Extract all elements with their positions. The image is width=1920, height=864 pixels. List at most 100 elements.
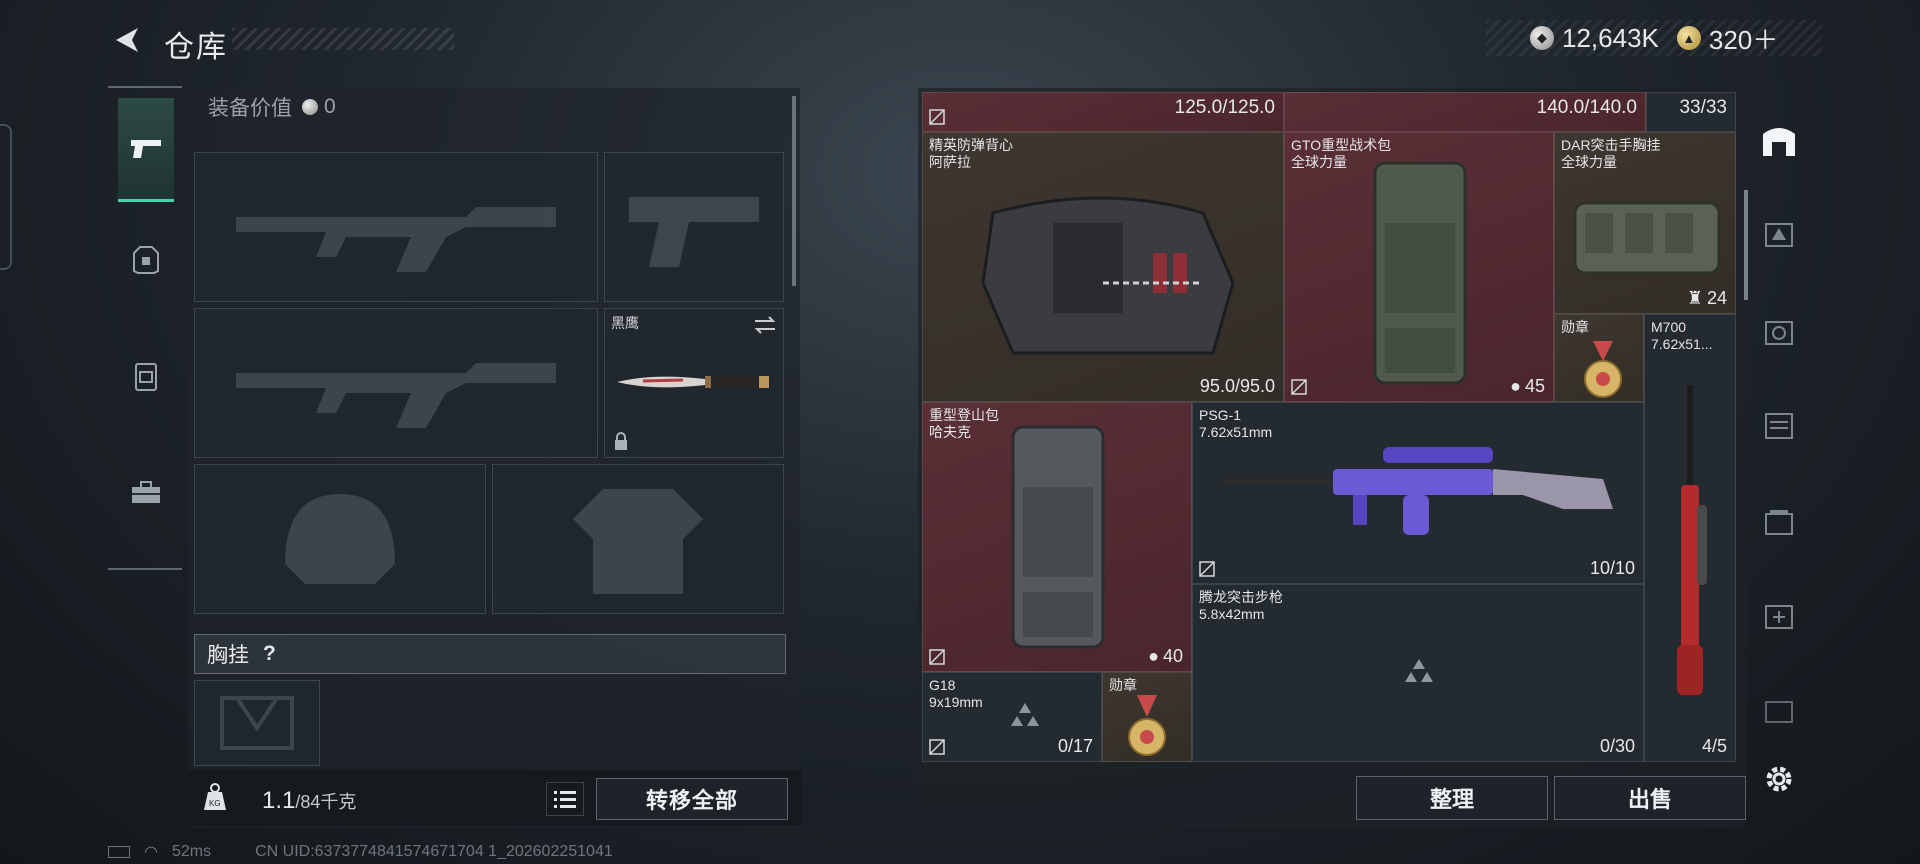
help-icon[interactable]: ? (263, 642, 276, 666)
storage-item-dar-chest-rig[interactable]: DAR突击手胸挂 全球力量 ♜ 24 (1554, 132, 1736, 314)
storage-item-g18[interactable]: G18 9x19mm 0/17 (922, 672, 1102, 762)
tab-level-2-crate[interactable] (1760, 406, 1798, 444)
equipment-value-label: 装备价值 (208, 97, 292, 120)
rifle-image (1223, 447, 1613, 535)
loadout-scrollbar[interactable] (792, 96, 796, 286)
back-button[interactable] (108, 22, 144, 58)
storage-tabs-rail (1750, 96, 1808, 792)
rifle-silhouette-icon (195, 309, 597, 457)
pistol-icon (131, 139, 161, 158)
capacity-icon: ♜ (1686, 288, 1703, 308)
back-arrow-icon (116, 28, 138, 52)
item-name: 勋章 (1109, 677, 1137, 693)
silver-balance: 12,643K (1562, 22, 1659, 53)
list-view-button[interactable] (546, 782, 584, 816)
side-drawer-handle[interactable] (0, 124, 12, 270)
no-insure-icon (1199, 561, 1215, 577)
rifle-silhouette-icon (195, 153, 597, 301)
storage-item-gto-bag[interactable]: GTO重型战术包 全球力量 ● 45 (1284, 132, 1554, 402)
capacity-icon: ● (1510, 376, 1521, 396)
crate-level-icon (1765, 510, 1793, 535)
item-name: 重型登山包 哈夫克 (929, 407, 999, 440)
chest-rig-section-header: 胸挂 ? (194, 634, 786, 674)
pistol-slot[interactable] (604, 152, 784, 302)
storage-item-tenglong-rifle[interactable]: 腾龙突击步枪 5.8x42mm 0/30 (1192, 584, 1644, 762)
title-decoration (232, 28, 454, 50)
silver-coin-icon (302, 99, 318, 115)
gold-balance[interactable]: 320＋ (1709, 20, 1778, 57)
warehouse-icon (1763, 128, 1795, 156)
item-name: G18 9x19mm (929, 677, 983, 710)
backpack-icon (135, 363, 157, 391)
tab-level-3-crate[interactable] (1760, 214, 1798, 252)
sniper-rifle-image (1677, 385, 1707, 695)
storage-item-top-mid[interactable]: 140.0/140.0 (1284, 92, 1646, 132)
settings-button[interactable] (1760, 760, 1798, 798)
gear-icon (1766, 766, 1792, 792)
equipment-value: 装备价值 0 (208, 92, 336, 122)
crate-level-icon (1765, 223, 1793, 247)
transfer-all-button[interactable]: 转移全部 (596, 778, 788, 820)
storage-item-medal[interactable]: 勋章 (1554, 314, 1644, 402)
chest-rig-label: 胸挂 (207, 644, 249, 667)
primary-weapon-slot[interactable] (194, 152, 598, 302)
item-capacity: ♜ 24 (1686, 288, 1727, 308)
item-count: 4/5 (1701, 736, 1727, 756)
no-insure-icon (929, 739, 945, 755)
item-name: 腾龙突击步枪 5.8x42mm (1199, 589, 1283, 622)
toolbox-icon (132, 481, 160, 503)
weight-icon: KG (202, 782, 228, 812)
item-durability: 140.0/140.0 (1536, 97, 1637, 118)
crate-level-icon (1765, 413, 1793, 439)
swap-icon[interactable] (753, 315, 777, 335)
page-title: 仓库 (164, 31, 228, 64)
helmet-slot[interactable] (194, 464, 486, 614)
backpack-image (1011, 425, 1105, 649)
sell-button[interactable]: 出售 (1554, 776, 1746, 820)
storage-item-vest[interactable]: 精英防弹背心 阿萨拉 95.0/95.0 (922, 132, 1284, 402)
nav-armor[interactable] (118, 208, 174, 312)
pistol-silhouette-icon (605, 153, 783, 301)
tab-level-3-ammo[interactable] (1760, 690, 1798, 728)
storage-item-heavy-backpack[interactable]: 重型登山包 哈夫克 ● 40 (922, 402, 1192, 672)
sort-button[interactable]: 整理 (1356, 776, 1548, 820)
nav-weapons[interactable] (118, 98, 174, 202)
tab-warehouse[interactable] (1760, 122, 1798, 160)
no-insure-icon (929, 649, 945, 665)
storage-item-medal-2[interactable]: 勋章 (1102, 672, 1192, 762)
tab-level-4-medical[interactable] (1760, 596, 1798, 634)
nav-toolbox[interactable] (118, 440, 174, 544)
chest-rig-silhouette-icon (195, 681, 319, 765)
storage-item-top-left[interactable]: 125.0/125.0 (922, 92, 1284, 132)
uid-text: CN UID:6373774841574671704 1_20260225104… (255, 843, 613, 860)
no-insure-icon (1291, 379, 1307, 395)
storage-item-top-right[interactable]: 33/33 (1646, 92, 1736, 132)
item-ammo: 10/10 (1589, 558, 1635, 578)
secondary-weapon-slot[interactable] (194, 308, 598, 458)
lock-icon (615, 432, 627, 450)
crate-level-icon (1765, 321, 1793, 345)
item-name: PSG-1 7.62x51mm (1199, 407, 1273, 440)
storage-item-m700[interactable]: M700 7.62x51... 4/5 (1644, 314, 1736, 762)
storage-item-psg1[interactable]: PSG-1 7.62x51mm 10/10 (1192, 402, 1644, 584)
carry-weight: 1.1/84千克 (262, 787, 356, 815)
tab-level-5-crate[interactable] (1760, 312, 1798, 350)
currency-bar: ◆ 12,643K ▲ 320＋ (1486, 20, 1822, 56)
item-ammo: 0/17 (1057, 736, 1093, 756)
tab-level-4-crate[interactable] (1760, 502, 1798, 540)
medal-image (1584, 341, 1622, 398)
storage-scrollbar[interactable] (1744, 190, 1748, 300)
armor-slot[interactable] (492, 464, 784, 614)
item-name: DAR突击手胸挂 全球力量 (1561, 137, 1661, 170)
medal-image (1128, 695, 1166, 756)
no-insure-icon (929, 109, 945, 125)
item-capacity: ● 45 (1510, 376, 1545, 396)
melee-slot[interactable]: 黑鹰 (604, 308, 784, 458)
item-durability: 95.0/95.0 (1199, 376, 1275, 396)
nav-backpack[interactable] (118, 324, 174, 428)
medical-crate-icon (1765, 605, 1793, 629)
chest-rig-slot[interactable] (194, 680, 320, 766)
armor-vest-image (981, 196, 1235, 355)
melee-name: 黑鹰 (611, 315, 639, 331)
silver-coin-icon: ◆ (1530, 26, 1554, 50)
